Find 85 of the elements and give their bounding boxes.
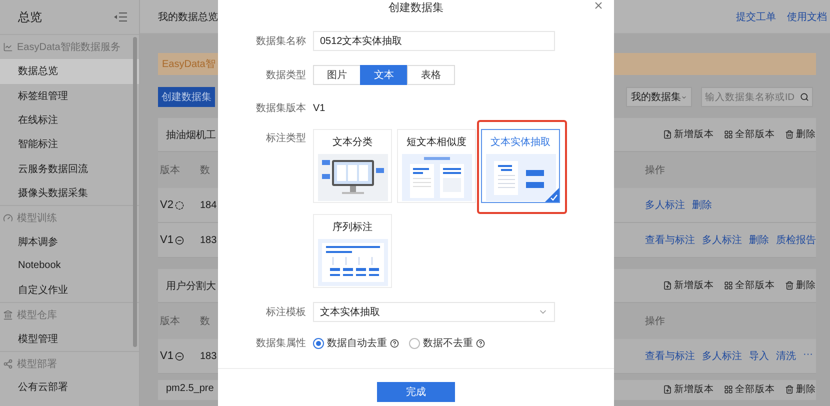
annotation-type-card[interactable]: 序列标注 <box>313 214 392 288</box>
name-field[interactable]: 0512文本实体抽取 <box>313 31 555 51</box>
dataset-dropdown[interactable]: 我的数据集 <box>626 87 692 107</box>
card-action[interactable]: 删除 <box>785 279 816 292</box>
help-icon[interactable] <box>476 338 485 348</box>
column-header: 版本 <box>159 314 181 328</box>
operation-link[interactable]: 多人标注 <box>645 198 685 212</box>
version-cell: V1 <box>160 234 174 246</box>
column-header: 版本 <box>159 164 181 177</box>
count-cell-text: 184 <box>199 200 218 210</box>
sidebar-group-label: EasyData智能数据服务 <box>17 40 120 54</box>
column-header: 数 <box>199 164 211 177</box>
operation-link[interactable]: ··· <box>803 349 813 363</box>
operation-link[interactable]: 导入 <box>749 349 769 363</box>
create-dataset-button[interactable]: 创建数据集 <box>158 87 215 107</box>
operation-link[interactable]: 查看与标注 <box>645 233 695 247</box>
sidebar-group-label: 模型训练 <box>17 212 57 225</box>
operation-link[interactable]: 多人标注 <box>702 349 742 363</box>
template-select[interactable]: 文本实体抽取 <box>313 302 555 322</box>
scrollbar[interactable] <box>133 37 137 347</box>
field-label: 数据集版本 <box>255 102 306 115</box>
sidebar-item[interactable]: 数据总览 <box>0 59 139 84</box>
data-type-tab[interactable]: 表格 <box>407 65 455 85</box>
sequence-tags-illustration <box>318 239 388 286</box>
annotation-type-card[interactable]: 文本分类 <box>313 129 392 203</box>
count-cell-text: 183 <box>199 234 218 246</box>
card-action[interactable]: 新增版本 <box>663 383 714 396</box>
minus-circle-icon <box>175 236 184 244</box>
card-action[interactable]: 新增版本 <box>663 128 714 141</box>
field-label: 数据集属性 <box>255 336 306 350</box>
close-icon <box>593 0 604 11</box>
card-action[interactable]: 删除 <box>785 128 816 141</box>
monitor-illustration <box>318 154 388 201</box>
column-header: 数 <box>199 315 211 328</box>
dataset-name: pm2.5_pre <box>165 383 214 394</box>
radio-button[interactable] <box>409 338 420 348</box>
header-link[interactable]: 使用文档 <box>787 10 827 24</box>
operation-link[interactable]: 多人标注 <box>702 233 742 247</box>
pending-status-icon <box>175 200 184 210</box>
radio-label: 数据不去重 <box>423 336 473 350</box>
annotation-type-card[interactable]: 文本实体抽取 <box>481 129 560 203</box>
data-type-tab[interactable]: 图片 <box>313 65 361 85</box>
header-link[interactable]: 提交工单 <box>736 10 776 24</box>
document-pair-illustration <box>402 154 472 201</box>
sidebar-group-label: 模型部署 <box>17 358 57 370</box>
dataset-name: 用户分割大 <box>165 280 216 292</box>
page-title: 我的数据总览 <box>157 10 218 24</box>
version-value: V1 <box>313 102 326 114</box>
sidebar-group-label: 模型仓库 <box>17 308 57 322</box>
card-action[interactable]: 全部版本 <box>724 128 775 141</box>
finish-button[interactable]: 完成 <box>377 382 455 402</box>
annotation-type-card[interactable]: 短文本相似度 <box>397 129 476 203</box>
document-tags-illustration <box>486 154 556 201</box>
dialog-title: 创建数据集 <box>388 0 444 14</box>
radio-label: 数据自动去重 <box>327 336 387 350</box>
operation-link[interactable]: 质检报告 <box>776 233 816 247</box>
sidebar-title: 总览 <box>18 8 42 26</box>
collapse-menu-icon[interactable] <box>114 12 127 22</box>
help-icon[interactable] <box>390 338 399 348</box>
operation-link[interactable]: 删除 <box>749 233 769 247</box>
card-action[interactable]: 新增版本 <box>663 279 714 292</box>
operation-link[interactable]: 清洗 <box>776 349 796 363</box>
column-header: 操作 <box>644 315 666 328</box>
card-action[interactable]: 全部版本 <box>724 383 775 396</box>
field-label: 数据集名称 <box>255 35 306 48</box>
field-label: 数据类型 <box>265 68 306 82</box>
operation-link[interactable]: 删除 <box>692 198 712 212</box>
radio-button[interactable] <box>313 338 324 348</box>
check-corner-icon <box>545 188 559 202</box>
column-header: 操作 <box>644 164 666 177</box>
search-field[interactable]: 输入数据集名称或ID <box>701 87 813 107</box>
operation-link[interactable]: 查看与标注 <box>645 349 695 363</box>
close-button[interactable] <box>593 0 604 11</box>
card-action[interactable]: 全部版本 <box>724 279 775 292</box>
data-type-tab[interactable]: 文本 <box>360 65 408 85</box>
minus-circle-icon <box>175 352 184 360</box>
banner-text: EasyData智 <box>162 58 216 71</box>
search-icon <box>800 92 809 102</box>
version-cell: V1 <box>160 350 174 362</box>
field-label: 标注类型 <box>265 132 306 145</box>
version-cell: V2 <box>160 199 174 211</box>
field-label: 标注模板 <box>265 306 306 319</box>
card-action[interactable]: 删除 <box>785 383 816 396</box>
count-cell-text: 183 <box>199 350 218 362</box>
dataset-name: 抽油烟机工 <box>165 128 216 142</box>
